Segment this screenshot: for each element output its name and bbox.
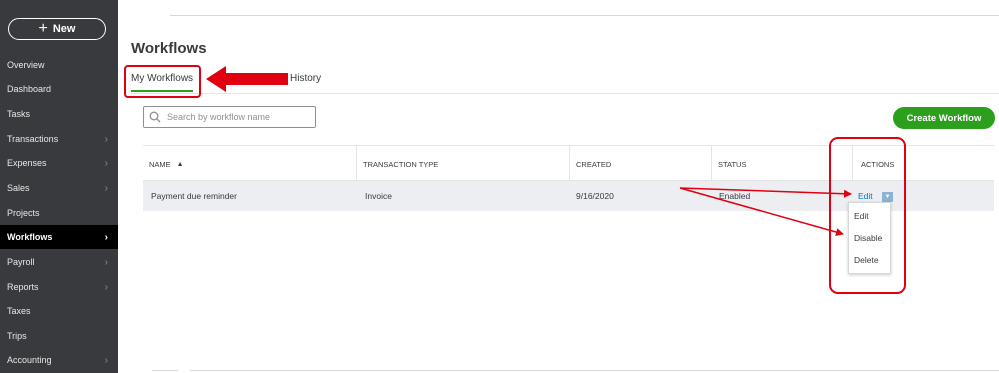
column-header-label: TRANSACTION TYPE (363, 159, 439, 169)
cell-created: 9/16/2020 (576, 191, 614, 201)
chevron-right-icon: › (104, 281, 108, 293)
page-title: Workflows (131, 40, 207, 57)
sidebar-item-taxes[interactable]: Taxes (0, 299, 118, 323)
sidebar-item-workflows[interactable]: Workflows › (0, 225, 118, 249)
chevron-right-icon: › (104, 182, 108, 194)
sidebar-item-label: Payroll (7, 257, 35, 267)
annotation-box-tab (124, 65, 201, 98)
sidebar-item-label: Trips (7, 331, 27, 341)
search-input[interactable] (167, 112, 307, 122)
chevron-right-icon: › (104, 231, 108, 243)
sort-ascending-icon: ▲ (176, 160, 184, 168)
sidebar-item-overview[interactable]: Overview (0, 53, 118, 77)
app-root: + New Overview Dashboard Tasks Transacti… (0, 0, 999, 373)
sidebar-item-label: Dashboard (7, 84, 52, 94)
column-header-name[interactable]: NAME ▲ (143, 146, 356, 182)
sidebar-item-label: Sales (7, 183, 30, 193)
annotation-arrow-left-icon (206, 66, 288, 92)
sidebar-item-label: Transactions (7, 134, 59, 144)
left-sidebar: + New Overview Dashboard Tasks Transacti… (0, 0, 118, 373)
sidebar-item-trips[interactable]: Trips (0, 324, 118, 348)
column-header-transaction-type[interactable]: TRANSACTION TYPE (356, 146, 569, 182)
cell-status: Enabled (719, 191, 751, 201)
cell-name: Payment due reminder (151, 191, 237, 201)
chevron-right-icon: › (104, 157, 108, 169)
sidebar-item-expenses[interactable]: Expenses › (0, 151, 118, 175)
chevron-right-icon: › (104, 133, 108, 145)
search-icon (149, 111, 161, 123)
tab-history[interactable]: History (290, 73, 321, 84)
sidebar-item-label: Workflows (7, 232, 53, 242)
column-header-label: CREATED (576, 159, 612, 169)
sidebar-item-accounting[interactable]: Accounting › (0, 348, 118, 372)
annotation-box-actions (829, 137, 906, 294)
search-box[interactable] (143, 106, 316, 128)
sidebar-item-reports[interactable]: Reports › (0, 275, 118, 299)
new-button[interactable]: + New (8, 18, 106, 40)
sidebar-item-label: Reports (7, 282, 39, 292)
footer-divider (152, 370, 178, 371)
chevron-right-icon: › (104, 354, 108, 366)
sidebar-item-transactions[interactable]: Transactions › (0, 127, 118, 151)
sidebar-item-label: Expenses (7, 158, 47, 168)
column-header-label: STATUS (718, 159, 747, 169)
sidebar-item-sales[interactable]: Sales › (0, 176, 118, 200)
sidebar-item-payroll[interactable]: Payroll › (0, 250, 118, 274)
create-workflow-button[interactable]: Create Workflow (893, 107, 995, 129)
sidebar-item-label: Tasks (7, 109, 31, 119)
sidebar-item-label: Accounting (7, 355, 52, 365)
column-header-label: NAME (149, 159, 171, 169)
cell-transaction-type: Invoice (365, 191, 392, 201)
sidebar-item-dashboard[interactable]: Dashboard (0, 77, 118, 101)
sidebar-item-label: Overview (7, 60, 45, 70)
column-header-created[interactable]: CREATED (569, 146, 711, 182)
sidebar-item-projects[interactable]: Projects (0, 201, 118, 225)
chevron-right-icon: › (104, 256, 108, 268)
new-button-label: New (52, 23, 76, 35)
sidebar-item-label: Taxes (7, 306, 31, 316)
sidebar-item-label: Projects (7, 208, 40, 218)
header-divider (170, 15, 999, 16)
plus-icon: + (38, 20, 48, 37)
sidebar-item-tasks[interactable]: Tasks (0, 102, 118, 126)
footer-divider (190, 370, 999, 371)
